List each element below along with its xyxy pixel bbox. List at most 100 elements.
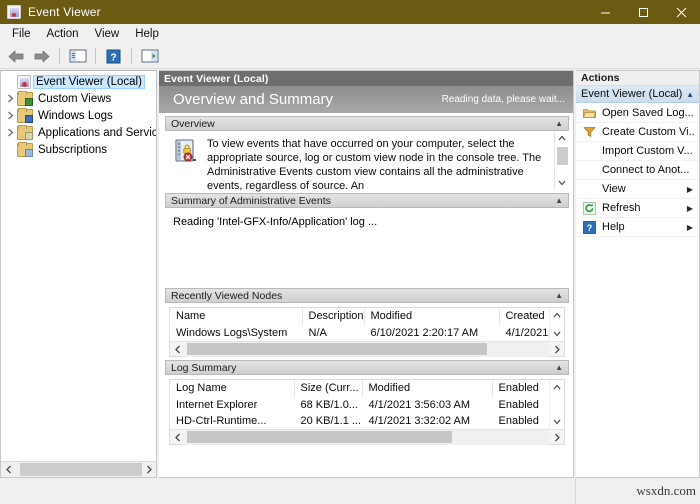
log-summary-horizontal-scrollbar[interactable] <box>170 429 564 445</box>
section-recent-nodes-header[interactable]: Recently Viewed Nodes ▲ <box>165 288 569 303</box>
menu-help[interactable]: Help <box>127 26 167 42</box>
scrollbar-track[interactable] <box>16 462 142 477</box>
toolbar-separator <box>59 48 60 64</box>
column-header-size[interactable]: Size (Curr... <box>294 380 363 397</box>
table-header-row: Name Description Modified Created <box>170 308 549 325</box>
tree-item-custom-views[interactable]: Custom Views <box>1 90 156 107</box>
action-label: Import Custom V... <box>602 145 693 157</box>
scroll-left-button[interactable] <box>1 462 16 477</box>
open-folder-icon <box>581 107 597 119</box>
page-title: Overview and Summary <box>173 91 334 108</box>
minimize-button[interactable] <box>586 0 624 24</box>
back-button[interactable] <box>5 46 27 66</box>
scrollbar-thumb[interactable] <box>187 342 487 355</box>
action-connect-to-another-computer[interactable]: Connect to Anot... <box>576 161 699 180</box>
recent-nodes-horizontal-scrollbar[interactable] <box>170 341 564 357</box>
tree-item-label: Subscriptions <box>38 143 108 156</box>
collapse-caret-icon[interactable]: ▲ <box>555 363 563 372</box>
recent-nodes-vertical-scrollbar[interactable] <box>549 308 564 341</box>
menu-view[interactable]: View <box>87 26 128 42</box>
scroll-down-button[interactable] <box>550 327 565 341</box>
scrollbar-track[interactable] <box>185 341 549 357</box>
action-open-saved-log[interactable]: Open Saved Log... <box>576 104 699 123</box>
tree-item-windows-logs[interactable]: Windows Logs <box>1 107 156 124</box>
column-header-enabled[interactable]: Enabled <box>492 380 549 397</box>
scrollbar-thumb[interactable] <box>556 147 568 165</box>
chevron-right-icon[interactable] <box>4 94 17 103</box>
toolbar-separator-2 <box>95 48 96 64</box>
question-mark-icon[interactable]: ? <box>103 47 124 66</box>
column-header-log-name[interactable]: Log Name <box>170 380 295 397</box>
scroll-right-button[interactable] <box>141 462 156 477</box>
section-log-summary-header[interactable]: Log Summary ▲ <box>165 360 569 375</box>
overview-vertical-scrollbar[interactable] <box>554 131 569 190</box>
scrollbar-track[interactable] <box>550 322 565 327</box>
tree-item-subscriptions[interactable]: Subscriptions <box>1 141 156 158</box>
chevron-right-icon[interactable] <box>4 111 17 120</box>
main-body: Event Viewer (Local) Custom Views Window… <box>0 70 700 478</box>
scroll-right-button[interactable] <box>549 342 564 357</box>
cell-description: N/A <box>308 326 327 339</box>
column-header-name[interactable]: Name <box>170 308 303 325</box>
scrollbar-track[interactable] <box>550 394 565 415</box>
action-view[interactable]: View ▶ <box>576 180 699 199</box>
scrollbar-track[interactable] <box>555 145 570 176</box>
action-pane-icon[interactable] <box>139 47 160 66</box>
table-header-row: Log Name Size (Curr... Modified Enabled … <box>170 380 549 397</box>
console-tree: Event Viewer (Local) Custom Views Window… <box>1 71 156 461</box>
table-row[interactable]: Internet Explorer 68 KB/1.0... 4/1/2021 … <box>170 397 549 413</box>
actions-group-header[interactable]: Event Viewer (Local) ▲ <box>576 86 699 103</box>
console-tree-icon[interactable] <box>67 47 88 66</box>
scroll-up-button[interactable] <box>550 380 565 394</box>
close-button[interactable] <box>662 0 700 24</box>
tree-horizontal-scrollbar[interactable] <box>1 461 156 477</box>
cell-name: Windows Logs\System <box>176 326 288 339</box>
maximize-button[interactable] <box>624 0 662 24</box>
svg-text:?: ? <box>110 52 116 63</box>
cell-modified: 4/1/2021 3:56:03 AM <box>368 398 471 411</box>
center-pane-title: Event Viewer (Local) <box>159 71 573 86</box>
collapse-caret-icon[interactable]: ▲ <box>555 291 563 300</box>
menu-file[interactable]: File <box>4 26 39 42</box>
scroll-left-button[interactable] <box>170 430 185 445</box>
chevron-right-icon[interactable] <box>4 128 17 137</box>
scroll-right-button[interactable] <box>549 430 564 445</box>
section-log-summary: Log Summary ▲ Log Name Size (Curr... Mod… <box>165 360 569 445</box>
column-header-created[interactable]: Created <box>499 308 549 325</box>
action-label: View <box>602 183 626 195</box>
scroll-down-button[interactable] <box>555 176 570 190</box>
tree-item-label: Custom Views <box>38 92 112 105</box>
table-row-clipped[interactable]: HD-Ctrl-Runtime... 20 KB/1.1 ... 4/1/202… <box>170 413 549 429</box>
section-summary-header[interactable]: Summary of Administrative Events ▲ <box>165 193 569 208</box>
action-import-custom-view[interactable]: Import Custom V... <box>576 142 699 161</box>
scroll-up-button[interactable] <box>555 131 570 145</box>
column-header-modified[interactable]: Modified <box>364 308 500 325</box>
tree-item-event-viewer-local[interactable]: Event Viewer (Local) <box>1 73 156 90</box>
scrollbar-thumb[interactable] <box>20 463 142 476</box>
scroll-down-button[interactable] <box>550 415 565 429</box>
app-services-folder-icon <box>17 124 33 140</box>
console-tree-pane: Event Viewer (Local) Custom Views Window… <box>0 70 157 478</box>
action-refresh[interactable]: Refresh ▶ <box>576 199 699 218</box>
action-help[interactable]: ? Help ▶ <box>576 218 699 237</box>
column-header-modified[interactable]: Modified <box>362 380 493 397</box>
section-overview-header[interactable]: Overview ▲ <box>165 116 569 131</box>
collapse-caret-icon[interactable]: ▲ <box>555 196 563 205</box>
table-row[interactable]: Windows Logs\System N/A 6/10/2021 2:20:1… <box>170 325 549 341</box>
log-summary-vertical-scrollbar[interactable] <box>549 380 564 429</box>
cell-size: 20 KB/1.1 ... <box>300 414 362 427</box>
scrollbar-thumb[interactable] <box>187 430 452 443</box>
collapse-caret-icon[interactable]: ▲ <box>555 119 563 128</box>
scroll-left-button[interactable] <box>170 342 185 357</box>
forward-button[interactable] <box>30 46 52 66</box>
menu-action[interactable]: Action <box>39 26 87 42</box>
tree-item-applications-and-services-logs[interactable]: Applications and Services Lo <box>1 124 156 141</box>
collapse-caret-icon[interactable]: ▲ <box>686 90 694 99</box>
column-header-description[interactable]: Description <box>302 308 365 325</box>
scrollbar-track[interactable] <box>185 429 549 445</box>
action-create-custom-view[interactable]: Create Custom Vi... <box>576 123 699 142</box>
action-label: Connect to Anot... <box>602 164 690 176</box>
section-log-summary-body: Log Name Size (Curr... Modified Enabled … <box>165 379 569 445</box>
recent-nodes-table-wrapper: Name Description Modified Created Window… <box>169 307 565 357</box>
scroll-up-button[interactable] <box>550 308 565 322</box>
